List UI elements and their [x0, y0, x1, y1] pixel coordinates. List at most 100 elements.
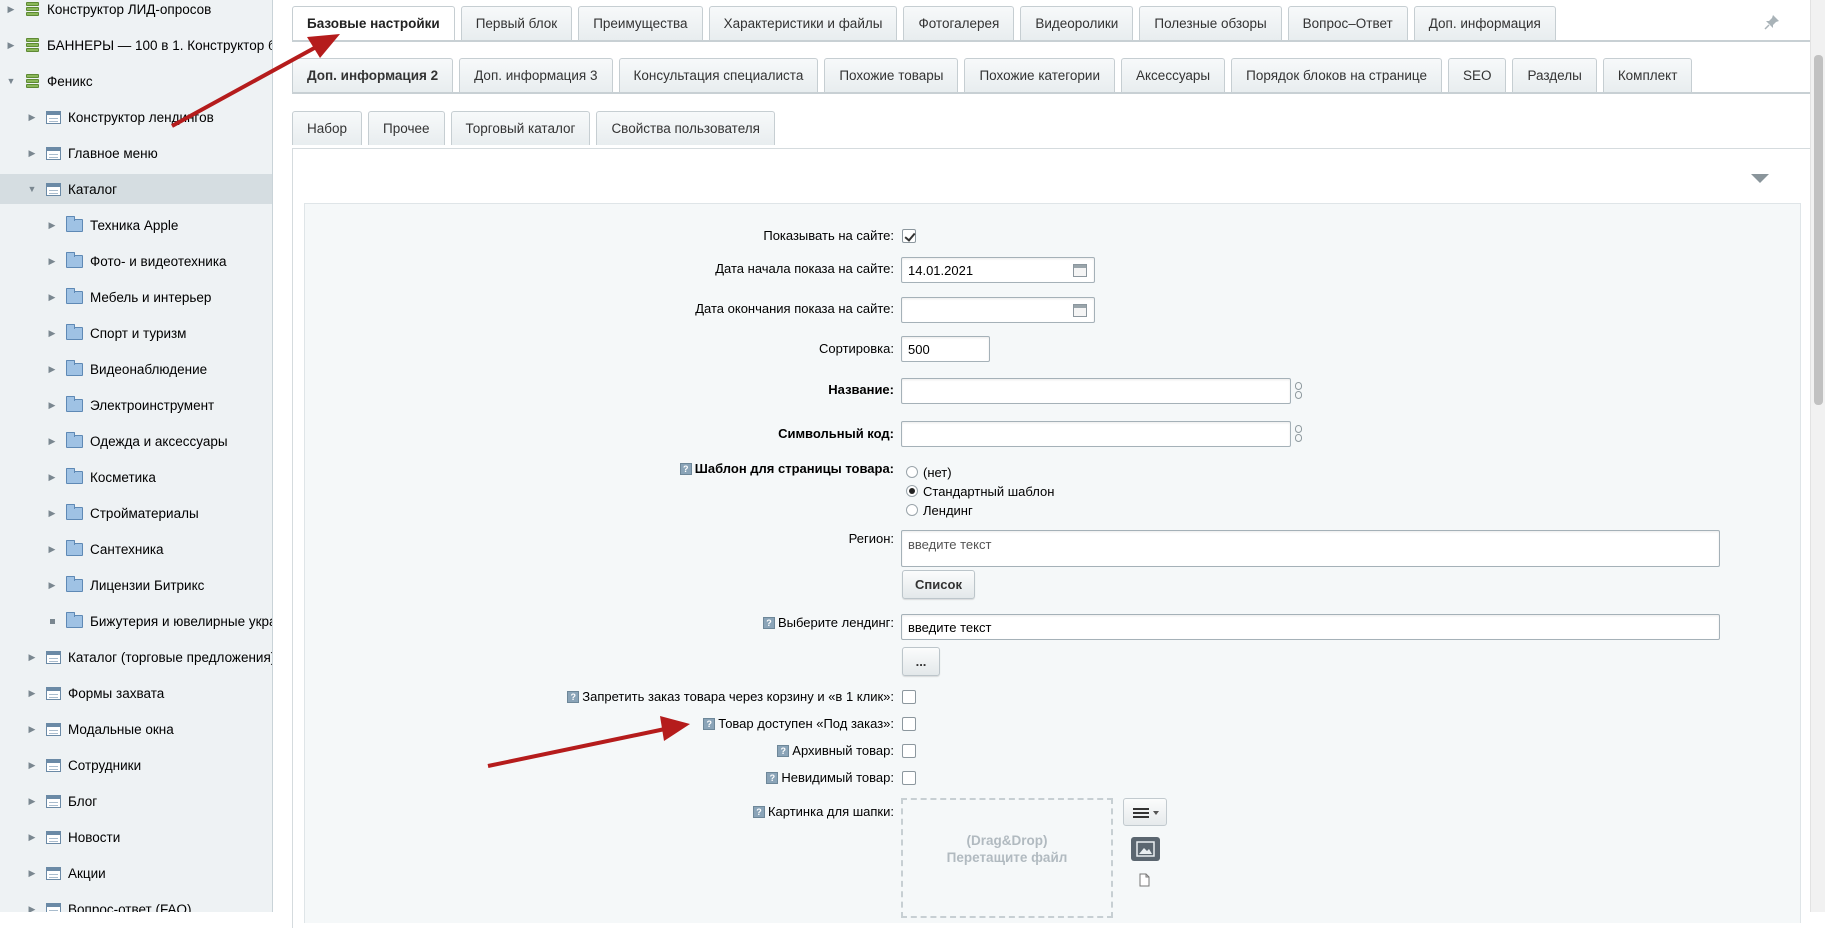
tab[interactable]: Набор: [292, 111, 363, 145]
template-radio-option[interactable]: (нет): [906, 463, 952, 481]
sidebar-item[interactable]: ▶ БАННЕРЫ — 100 в 1. Конструктор ба: [0, 30, 272, 60]
sidebar-item[interactable]: Бижутерия и ювелирные украш: [0, 606, 272, 636]
collapse-arrow-icon[interactable]: ▶: [47, 292, 57, 302]
pin-icon[interactable]: [1764, 14, 1780, 30]
collapse-arrow-icon[interactable]: ▶: [27, 724, 37, 734]
expand-arrow-icon[interactable]: ▼: [6, 76, 16, 86]
sidebar-item[interactable]: ▶ Вопрос-ответ (FAQ): [0, 894, 272, 913]
collapse-arrow-icon[interactable]: ▶: [47, 580, 57, 590]
sidebar-item[interactable]: ▶ Новости: [0, 822, 272, 852]
tab[interactable]: Доп. информация 3: [459, 58, 613, 92]
sort-input[interactable]: 500: [901, 336, 990, 362]
sidebar-item[interactable]: ▶ Фото- и видеотехника: [0, 246, 272, 276]
sidebar-item[interactable]: ▶ Конструктор лендингов: [0, 102, 272, 132]
tab[interactable]: Преимущества: [578, 6, 703, 40]
collapse-arrow-icon[interactable]: ▶: [47, 364, 57, 374]
help-icon[interactable]: ?: [679, 463, 692, 475]
sidebar-item[interactable]: ▶ Косметика: [0, 462, 272, 492]
tab[interactable]: Торговый каталог: [450, 111, 591, 145]
collapse-arrow-icon[interactable]: ▶: [47, 472, 57, 482]
help-icon[interactable]: ?: [777, 745, 790, 757]
help-icon[interactable]: ?: [567, 691, 580, 703]
vertical-scrollbar[interactable]: [1810, 0, 1825, 912]
collapse-arrow-icon[interactable]: ▶: [47, 544, 57, 554]
tab[interactable]: Полезные обзоры: [1139, 6, 1282, 40]
sidebar-item[interactable]: ▶ Спорт и туризм: [0, 318, 272, 348]
tab[interactable]: Доп. информация: [1413, 6, 1556, 40]
tab[interactable]: Видеоролики: [1020, 6, 1134, 40]
collapse-arrow-icon[interactable]: ▶: [47, 328, 57, 338]
help-icon[interactable]: ?: [703, 718, 716, 730]
expand-arrow-icon[interactable]: ▼: [27, 184, 37, 194]
collapse-arrow-icon[interactable]: ▶: [47, 508, 57, 518]
code-input[interactable]: [901, 421, 1291, 447]
sidebar-item[interactable]: ▶ Сантехника: [0, 534, 272, 564]
collapse-arrow-icon[interactable]: ▶: [27, 688, 37, 698]
sidebar-item[interactable]: ▼ Каталог: [0, 174, 272, 204]
sidebar-item[interactable]: ▶ Блог: [0, 786, 272, 816]
archive-checkbox[interactable]: [902, 744, 916, 758]
tab[interactable]: Доп. информация 2: [292, 58, 454, 92]
sidebar-item[interactable]: ▶ Видеонаблюдение: [0, 354, 272, 384]
sidebar-item[interactable]: ▶ Конструктор ЛИД-опросов: [0, 0, 272, 24]
tab[interactable]: Аксессуары: [1121, 58, 1226, 92]
tab[interactable]: Похожие категории: [964, 58, 1115, 92]
sidebar-item[interactable]: ▼ Феникс: [0, 66, 272, 96]
menu-dropdown-button[interactable]: [1123, 798, 1167, 826]
landing-input[interactable]: введите текст: [901, 614, 1720, 640]
calendar-icon[interactable]: [1073, 304, 1087, 317]
radio-button[interactable]: [906, 466, 918, 478]
tab[interactable]: Вопрос–Ответ: [1287, 6, 1408, 40]
collapse-arrow-icon[interactable]: ▶: [6, 4, 16, 14]
sidebar-item[interactable]: ▶ Модальные окна: [0, 714, 272, 744]
radio-button[interactable]: [906, 504, 918, 516]
sidebar-item[interactable]: ▶ Мебель и интерьер: [0, 282, 272, 312]
help-icon[interactable]: ?: [752, 806, 765, 818]
tab[interactable]: Похожие товары: [824, 58, 959, 92]
tab[interactable]: Прочее: [368, 111, 445, 145]
tab[interactable]: Порядок блоков на странице: [1231, 58, 1442, 92]
collapse-arrow-icon[interactable]: ▶: [27, 796, 37, 806]
sidebar-item[interactable]: ▶ Акции: [0, 858, 272, 888]
name-input[interactable]: [901, 378, 1291, 404]
collapse-arrow-icon[interactable]: ▶: [27, 148, 37, 158]
collapse-arrow-icon[interactable]: ▶: [27, 112, 37, 122]
collapse-arrow-icon[interactable]: ▶: [47, 256, 57, 266]
collapse-arrow-icon[interactable]: ▶: [47, 220, 57, 230]
radio-button[interactable]: [906, 485, 918, 497]
sidebar-item[interactable]: ▶ Сотрудники: [0, 750, 272, 780]
collapse-arrow-icon[interactable]: ▶: [27, 904, 37, 913]
collapse-arrow-icon[interactable]: ▶: [27, 652, 37, 662]
landing-browse-button[interactable]: ...: [902, 647, 940, 676]
region-textarea[interactable]: введите текст: [901, 530, 1720, 567]
sidebar-item[interactable]: ▶ Техника Apple: [0, 210, 272, 240]
collapse-arrow-icon[interactable]: ▶: [47, 400, 57, 410]
invisible-checkbox[interactable]: [902, 771, 916, 785]
calendar-icon[interactable]: [1073, 264, 1087, 277]
forbid-order-checkbox[interactable]: [902, 690, 916, 704]
link-chain-icon[interactable]: [1294, 382, 1303, 400]
sidebar-item[interactable]: ▶ Стройматериалы: [0, 498, 272, 528]
tab[interactable]: Свойства пользователя: [596, 111, 775, 145]
tab[interactable]: Консультация специалиста: [618, 58, 819, 92]
collapse-arrow-icon[interactable]: ▶: [27, 760, 37, 770]
image-icon[interactable]: [1131, 837, 1160, 861]
sidebar-item[interactable]: ▶ Формы захвата: [0, 678, 272, 708]
show-on-site-checkbox[interactable]: [902, 229, 916, 243]
sidebar-item[interactable]: ▶ Каталог (торговые предложения): [0, 642, 272, 672]
sidebar-item[interactable]: ▶ Главное меню: [0, 138, 272, 168]
tab[interactable]: Первый блок: [460, 6, 573, 40]
collapse-arrow-icon[interactable]: ▶: [27, 868, 37, 878]
region-list-button[interactable]: Список: [902, 570, 975, 599]
sidebar-item[interactable]: ▶ Одежда и аксессуары: [0, 426, 272, 456]
collapse-arrow-icon[interactable]: ▶: [6, 40, 16, 50]
tab[interactable]: Комплект: [1602, 58, 1693, 92]
collapse-arrow-icon[interactable]: [1751, 174, 1769, 183]
tab[interactable]: Базовые настройки: [292, 6, 455, 40]
sidebar-item[interactable]: ▶ Лицензии Битрикс: [0, 570, 272, 600]
help-icon[interactable]: ?: [762, 617, 775, 629]
template-radio-option[interactable]: Стандартный шаблон: [906, 482, 1054, 500]
date-start-input[interactable]: 14.01.2021: [901, 257, 1095, 283]
tab[interactable]: Характеристики и файлы: [708, 6, 898, 40]
tab[interactable]: SEO: [1447, 58, 1507, 92]
